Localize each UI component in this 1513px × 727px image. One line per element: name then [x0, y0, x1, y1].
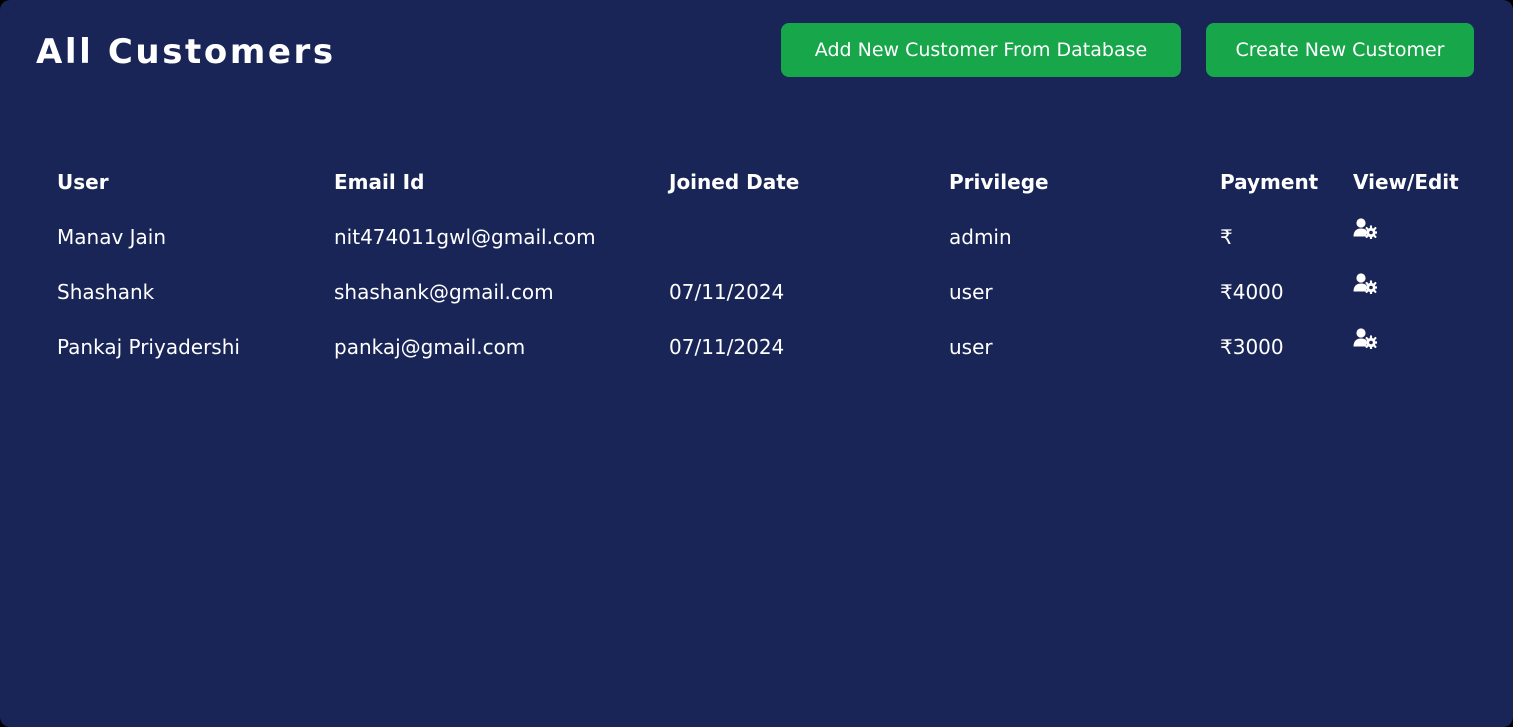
cell-privilege: user: [949, 279, 993, 304]
customers-panel: All Customers Add New Customer From Data…: [0, 0, 1513, 727]
cell-user: Shashank: [57, 279, 155, 304]
user-gear-icon[interactable]: [1353, 272, 1377, 294]
cell-view-edit: [1336, 264, 1474, 319]
cell-email: shashank@gmail.com: [334, 279, 554, 304]
column-header-privilege: Privilege: [949, 169, 1049, 194]
cell-payment: ₹: [1220, 224, 1233, 249]
table-row: Shashank shashank@gmail.com 07/11/2024 u…: [40, 264, 1474, 319]
user-gear-icon[interactable]: [1353, 217, 1377, 239]
cell-view-edit: [1336, 209, 1474, 264]
cell-joined-date: 07/11/2024: [669, 334, 785, 359]
create-new-customer-button[interactable]: Create New Customer: [1206, 23, 1474, 77]
add-customer-from-database-button[interactable]: Add New Customer From Database: [781, 23, 1181, 77]
table-row: Manav Jain nit474011gwl@gmail.com admin …: [40, 209, 1474, 264]
customers-table: User Email Id Joined Date Privilege Paym…: [40, 154, 1474, 374]
cell-payment: ₹3000: [1220, 334, 1284, 359]
cell-joined-date: [652, 209, 932, 264]
cell-privilege: user: [949, 334, 993, 359]
column-header-view-edit: View/Edit: [1353, 169, 1459, 194]
user-gear-icon[interactable]: [1353, 327, 1377, 349]
column-header-email: Email Id: [334, 169, 425, 194]
page-title: All Customers: [36, 32, 336, 72]
cell-view-edit: [1336, 319, 1474, 374]
cell-user: Manav Jain: [57, 224, 167, 249]
table-header-row: User Email Id Joined Date Privilege Paym…: [40, 154, 1474, 209]
table-row: Pankaj Priyadershi pankaj@gmail.com 07/1…: [40, 319, 1474, 374]
cell-email: pankaj@gmail.com: [334, 334, 526, 359]
cell-privilege: admin: [949, 224, 1012, 249]
column-header-joined-date: Joined Date: [669, 169, 800, 194]
column-header-user: User: [57, 169, 109, 194]
column-header-payment: Payment: [1220, 169, 1319, 194]
cell-payment: ₹4000: [1220, 279, 1284, 304]
cell-user: Pankaj Priyadershi: [57, 334, 240, 359]
cell-joined-date: 07/11/2024: [669, 279, 785, 304]
cell-email: nit474011gwl@gmail.com: [334, 224, 596, 249]
